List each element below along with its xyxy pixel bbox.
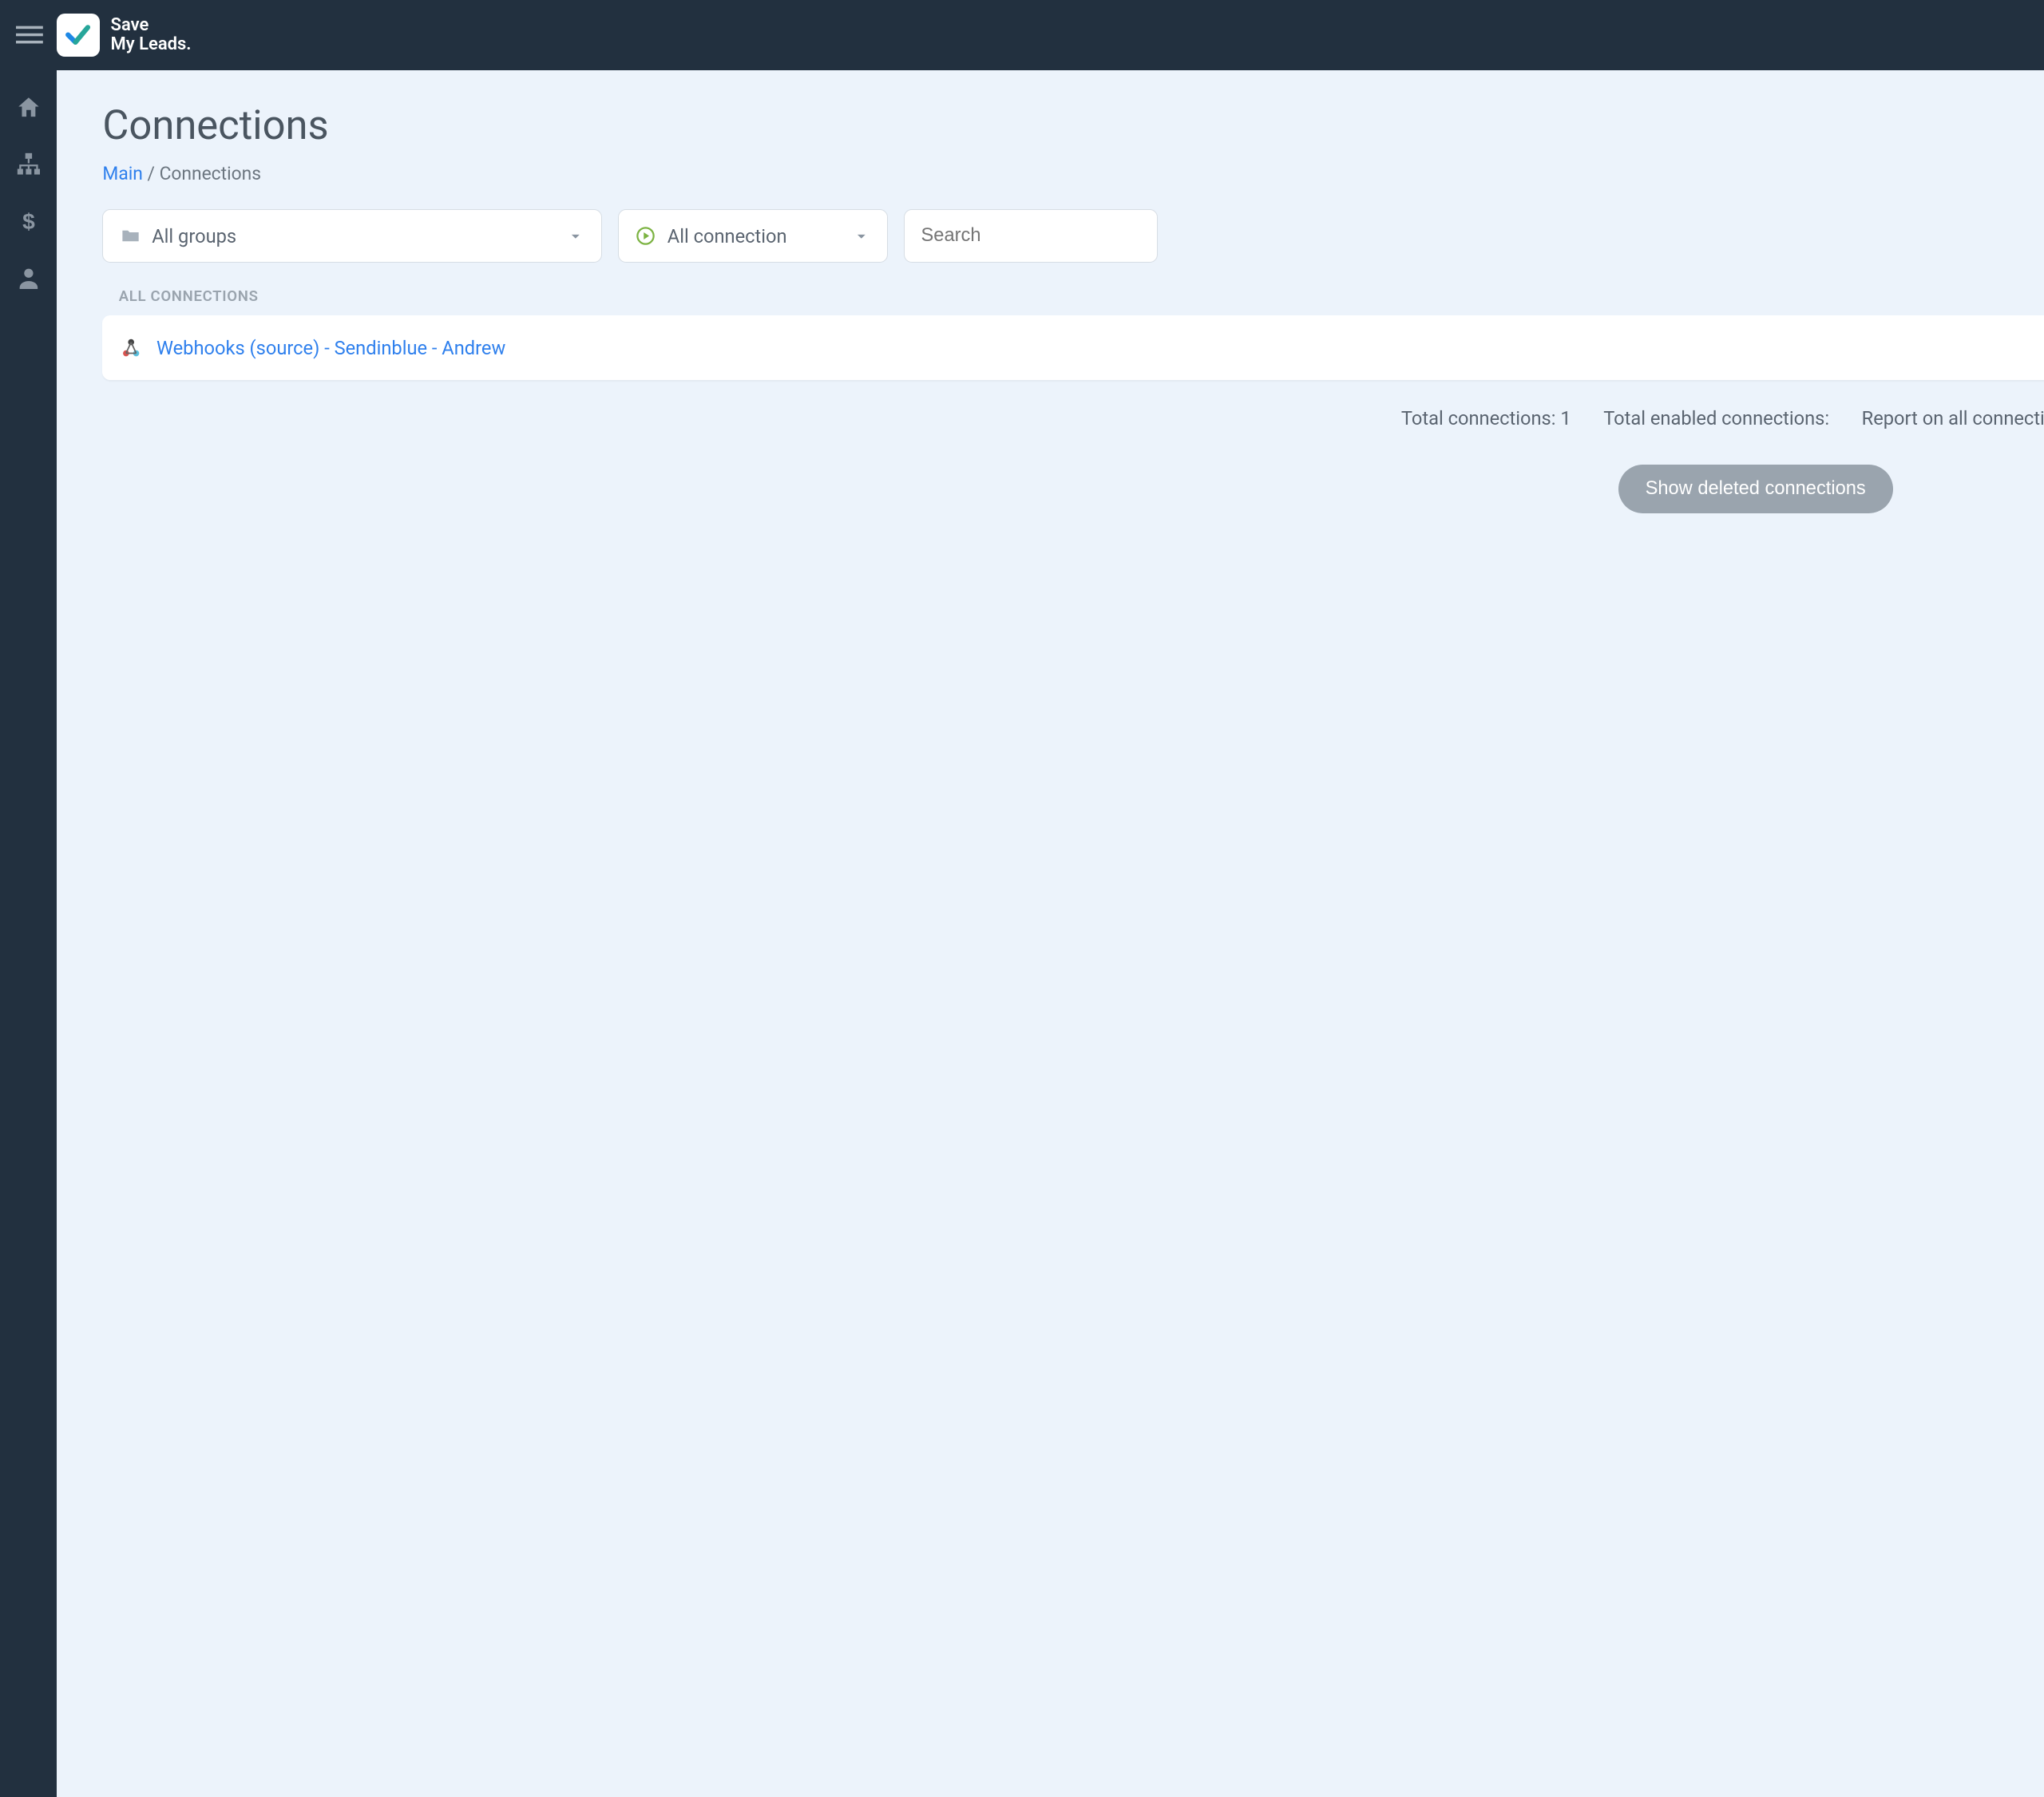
page-title: Connections (102, 102, 2044, 149)
sitemap-icon (15, 151, 42, 178)
groups-select-label: All groups (152, 225, 236, 247)
sidebar-billing[interactable]: $ (15, 208, 42, 235)
summary-report-label: Report on all connections: (1862, 407, 2044, 429)
groups-select[interactable]: All groups (102, 209, 601, 263)
sidebar-home[interactable] (15, 94, 42, 121)
svg-text:$: $ (22, 209, 35, 234)
summary-total: Total connections: 1 (1401, 407, 1571, 429)
breadcrumb-main-link[interactable]: Main (102, 163, 142, 184)
chevron-down-icon (852, 227, 871, 246)
connection-row: Webhooks (source) - Sendinblue - Andrew … (102, 315, 2044, 380)
show-deleted-button[interactable]: Show deleted connections (1618, 465, 1893, 513)
header-bar: Save My Leads. i LEADS usage: 38 of 2'00… (0, 0, 2044, 70)
main-content: Connections Main / Connections All group… (57, 70, 2044, 1797)
check-icon (63, 20, 93, 49)
sidebar-profile[interactable] (15, 264, 42, 291)
sidebar: $ (0, 70, 57, 1797)
table-header: ALL CONNECTIONS LOG / ERRORS UPDATE DATE… (102, 287, 2044, 316)
connection-name-link[interactable]: Webhooks (source) - Sendinblue - Andrew (156, 337, 505, 359)
search-box[interactable] (904, 209, 1158, 263)
filters-row: All groups All connection Creat (102, 209, 2044, 263)
hamburger-icon (16, 22, 43, 49)
user-icon (15, 264, 42, 291)
logo-mark (57, 14, 100, 57)
dollar-icon: $ (15, 208, 42, 235)
connection-filter-label: All connection (667, 225, 787, 247)
folder-icon (120, 225, 141, 247)
breadcrumb-current: Connections (160, 163, 261, 184)
th-all-connections: ALL CONNECTIONS (119, 287, 2044, 305)
connection-name-cell: Webhooks (source) - Sendinblue - Andrew (119, 336, 2044, 360)
webhook-icon (119, 336, 143, 360)
breadcrumb: Main / Connections (102, 163, 2044, 184)
home-icon (15, 94, 42, 121)
summary-enabled: Total enabled connections: (1603, 407, 1829, 429)
chevron-down-icon (566, 227, 585, 246)
logo-text: Save My Leads. (111, 16, 192, 54)
sidebar-connections[interactable] (15, 151, 42, 178)
search-input[interactable] (921, 225, 1141, 247)
play-circle-icon (635, 225, 656, 247)
summary-row: Total connections: 1 Total enabled conne… (102, 407, 2044, 429)
connection-filter-select[interactable]: All connection (618, 209, 888, 263)
logo[interactable]: Save My Leads. (57, 14, 192, 57)
hamburger-menu-button[interactable] (16, 22, 43, 49)
